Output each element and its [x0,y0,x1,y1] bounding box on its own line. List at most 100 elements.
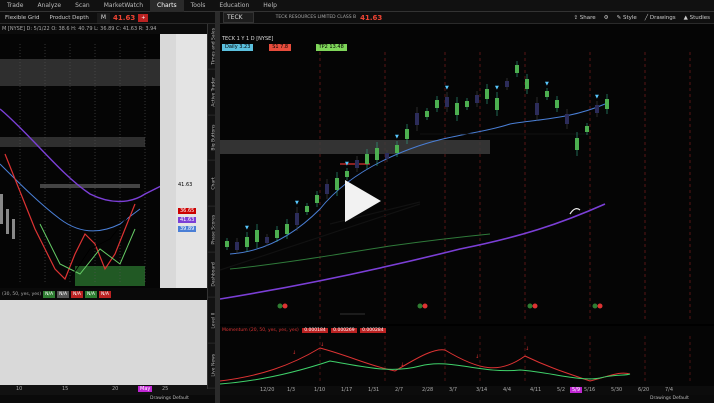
left-axis-highlight: May [138,386,153,392]
buy-signal-icon: ▼ [595,94,599,100]
left-price-label-4: 39.89 [178,226,197,232]
event-dot [532,303,538,309]
left-chart-plot [0,34,215,298]
left-study-pane [0,300,215,385]
right-price-chart[interactable]: TECK 1 Y 1 D [NYSE] Daily 3.23 S1 7.8 TP2 … [220,24,714,324]
candle [395,145,399,153]
event-dot [282,303,288,309]
share-button[interactable]: ⇪ Share [569,15,599,21]
x-axis-label: 7/4 [665,387,674,393]
candle [485,89,489,99]
arrow-down-icon: ↓ [400,362,404,368]
menu-item-marketwatch[interactable]: MarketWatch [97,0,150,12]
right-drawings-label[interactable]: Drawings Default [650,396,689,401]
candle [605,99,609,109]
candle [535,103,539,115]
trend-line [220,203,421,271]
right-last-price: 41.63 [360,13,383,22]
arrow-down-icon: ↓ [292,350,296,356]
right-bottom-bar: Drawings Default [220,395,714,403]
play-icon[interactable] [335,176,385,226]
x-axis-label: 12/20 [260,387,275,393]
left-axis-label: 20 [112,386,119,392]
buy-signal-icon: ▼ [345,161,349,167]
x-axis-label: 5/2 [557,387,566,393]
candle [595,105,599,113]
candle [315,195,319,203]
candle [565,114,569,124]
arrow-down-icon: ↓ [525,346,529,352]
x-axis-label: 5/30 [611,387,623,393]
candle [375,148,379,160]
momentum-chip-2: 0.000269 [331,328,357,333]
x-axis-label: 1/10 [314,387,326,393]
product-depth-button[interactable]: Product Depth [44,12,93,24]
momentum-chip-3: 0.000284 [360,328,386,333]
candle [235,242,239,250]
left-axis-label: 15 [62,386,69,392]
left-price-label-3: 41.63 [178,217,197,223]
menu-item-analyze[interactable]: Analyze [30,0,68,12]
menu-item-help[interactable]: Help [256,0,284,12]
left-study-label: (30, 50, yes, yes) [2,291,42,297]
candle [555,100,559,108]
candle [515,65,519,73]
x-axis-label: 4/4 [503,387,512,393]
x-axis-label: 2/7 [395,387,404,393]
candle [495,98,499,110]
candle [405,129,409,139]
left-symbol-field[interactable]: M [96,12,111,23]
buy-signal-icon: ▼ [295,200,299,206]
buy-signal-icon: ▼ [445,85,449,91]
candle [255,230,259,242]
left-price-label-1: 41.63 [178,182,193,188]
style-button[interactable]: ✎ Style [613,15,641,21]
candle [425,111,429,117]
menu-item-tools[interactable]: Tools [184,0,213,12]
arrow-down-icon: ↓ [475,354,479,360]
candle [225,241,229,247]
momentum-header: Momentum (20, 50, yes, yes, yes) 0.00018… [222,328,386,333]
momentum-study-pane: ↓ ↓ ↓ ↓ ↓ Momentum (20, 50, yes, yes, yes) 0… [220,326,714,386]
menu-item-education[interactable]: Education [212,0,256,12]
left-axis-label: 25 [162,386,169,392]
right-symbol-field[interactable]: TECK [223,12,254,23]
left-study-chip-3: N/A [71,290,84,298]
candle [545,91,549,97]
video-frame: Trade Analyze Scan MarketWatch Charts Tools Ed… [0,0,714,403]
x-axis-label: 2/28 [422,387,434,393]
left-price-chart[interactable]: M [NYSE] D: 5/1/22 O: 38.6 H: 40.79 L: 3… [0,24,215,298]
candle [355,160,359,168]
left-study-chip-4: N/A [85,290,97,298]
menu-item-scan[interactable]: Scan [68,0,97,12]
x-axis-label: 1/31 [368,387,380,393]
left-bottom-bar: Drawings Default [0,395,215,403]
studies-button[interactable]: ▲ Studies [680,15,714,21]
candle [585,126,589,132]
left-price-label-2: 36.65 [178,208,197,214]
event-dot [417,303,423,309]
candle [415,113,419,125]
menu-item-charts[interactable]: Charts [150,0,184,12]
resistance-zone [220,140,490,154]
event-dot [422,303,428,309]
top-menu-bar: Trade Analyze Scan MarketWatch Charts Tools Ed… [0,0,714,12]
left-axis-label: 10 [16,386,23,392]
left-chart-header: M [NYSE] D: 5/1/22 O: 38.6 H: 40.79 L: 3… [0,24,215,34]
candle [305,206,309,212]
event-dot [527,303,533,309]
drawings-button[interactable]: ╱ Drawings [641,15,680,21]
menu-item-trade[interactable]: Trade [0,0,30,12]
candle [475,95,479,103]
momentum-chip-1: 0.000184 [302,328,328,333]
left-study-chip-5: N/A [98,290,111,298]
left-last-price: 41.63 [113,13,136,22]
left-drawings-label[interactable]: Drawings Default [150,396,189,401]
gear-icon[interactable]: ⚙ [600,15,613,21]
flexible-grid-button[interactable]: Flexible Grid [0,12,44,24]
left-toolbar: Flexible Grid Product Depth M 41.63 + [0,12,215,24]
candle [275,230,279,238]
event-dot [592,303,598,309]
left-study-chip-2: N/A [57,290,70,298]
momentum-green-line [220,360,631,385]
